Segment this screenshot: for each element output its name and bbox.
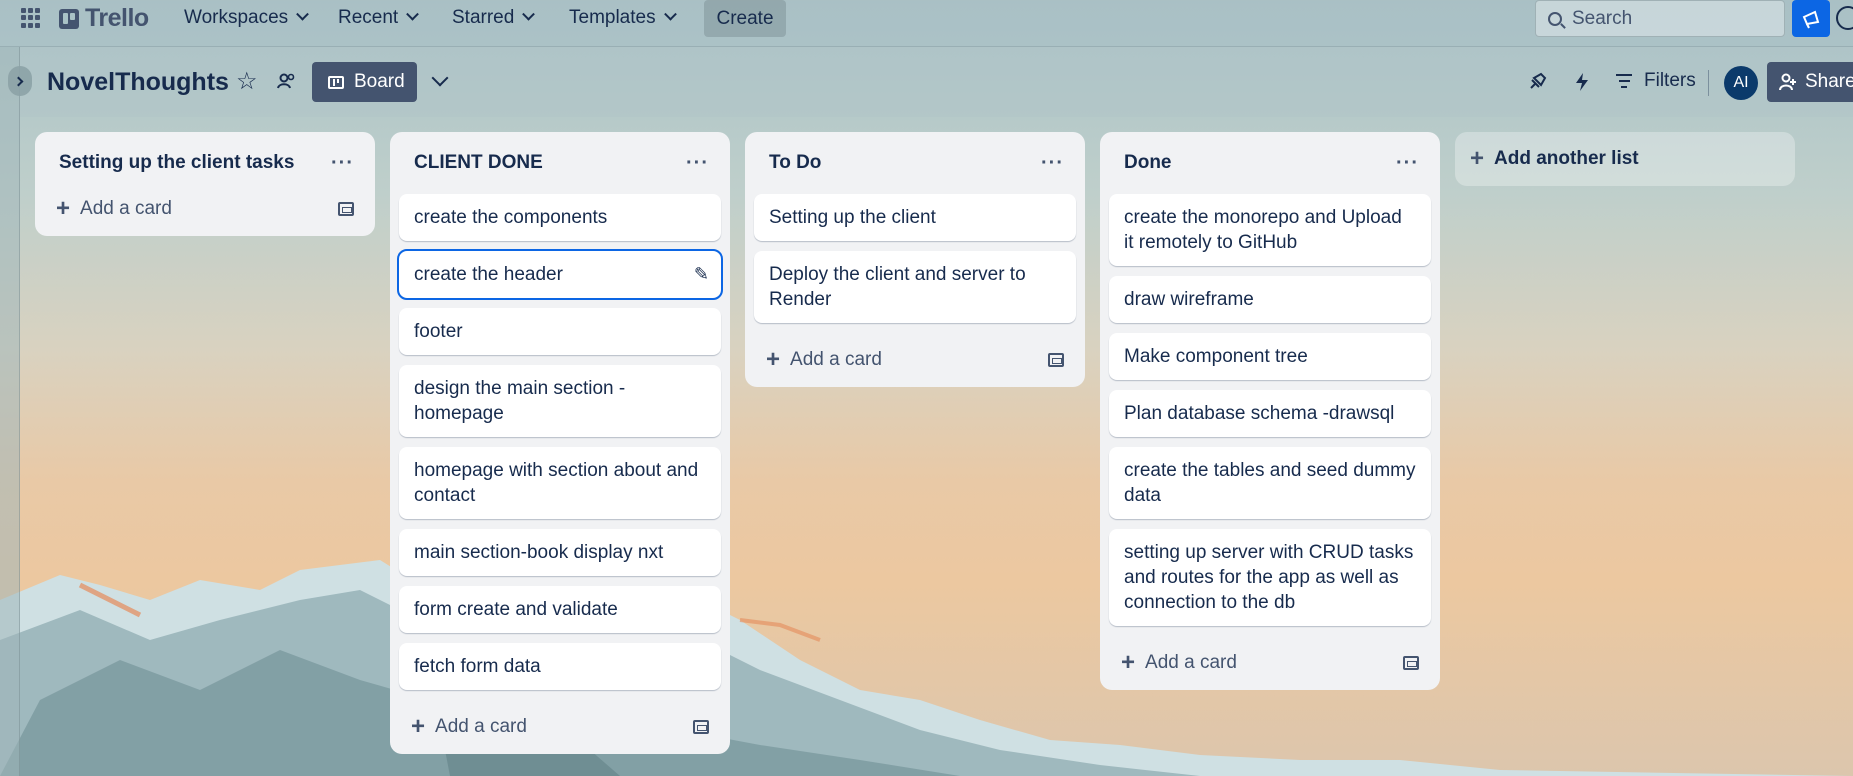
- expand-sidebar-button[interactable]: [8, 66, 32, 96]
- list-done: Done ··· create the monorepo and Upload …: [1100, 132, 1440, 690]
- chevron-down-icon: [406, 7, 420, 21]
- chevron-down-icon: [296, 7, 310, 21]
- filters-button[interactable]: Filters: [1616, 70, 1696, 92]
- list-header: To Do ···: [754, 132, 1076, 194]
- nav-label: Starred: [452, 7, 515, 28]
- header-divider: [1708, 70, 1709, 96]
- trello-logo-icon: [59, 8, 79, 29]
- card[interactable]: Deploy the client and server to Render: [754, 251, 1076, 323]
- add-list-label: Add another list: [1494, 148, 1639, 169]
- nav-starred-menu[interactable]: Starred: [452, 5, 536, 31]
- help-icon[interactable]: [1836, 6, 1853, 30]
- list-title[interactable]: To Do: [769, 152, 821, 174]
- list-title[interactable]: Done: [1124, 152, 1172, 174]
- filter-icon: [1616, 74, 1632, 88]
- list-menu-icon[interactable]: ···: [331, 153, 354, 173]
- card-title: create the header: [414, 264, 563, 285]
- add-card-label: Add a card: [1145, 652, 1237, 673]
- card[interactable]: design the main section - homepage: [399, 365, 721, 437]
- list-header: CLIENT DONE ···: [399, 132, 721, 194]
- plus-icon: +: [766, 346, 781, 373]
- nav-label: Templates: [569, 7, 656, 28]
- add-card-row: + Add a card: [754, 333, 1076, 387]
- add-card-button[interactable]: + Add a card: [766, 346, 882, 373]
- create-button[interactable]: Create: [704, 0, 786, 37]
- board-icon: [328, 75, 344, 89]
- card[interactable]: draw wireframe: [1109, 276, 1431, 323]
- nav-templates-menu[interactable]: Templates: [569, 5, 677, 31]
- nav-recent-menu[interactable]: Recent: [338, 5, 420, 31]
- card-template-icon[interactable]: [338, 202, 354, 216]
- plus-icon: +: [1121, 649, 1136, 676]
- edit-pencil-icon[interactable]: ✎: [694, 262, 709, 287]
- card[interactable]: fetch form data: [399, 643, 721, 690]
- chevron-right-icon: [13, 76, 24, 86]
- share-button[interactable]: Share: [1767, 62, 1853, 102]
- plus-icon: +: [1470, 145, 1485, 172]
- card-template-icon[interactable]: [693, 720, 709, 734]
- add-card-row: + Add a card: [399, 700, 721, 754]
- card[interactable]: footer: [399, 308, 721, 355]
- add-card-row: + Add a card: [1109, 636, 1431, 690]
- card[interactable]: Make component tree: [1109, 333, 1431, 380]
- app-switcher-icon[interactable]: [21, 8, 41, 28]
- logo-text: Trello: [85, 4, 149, 32]
- add-card-button[interactable]: + Add a card: [411, 713, 527, 740]
- add-card-label: Add a card: [790, 349, 882, 370]
- list-setting-up-client-tasks: Setting up the client tasks ··· + Add a …: [35, 132, 375, 236]
- card[interactable]: create the tables and seed dummy data: [1109, 447, 1431, 519]
- add-card-label: Add a card: [435, 716, 527, 737]
- card[interactable]: main section-book display nxt: [399, 529, 721, 576]
- trello-logo[interactable]: Trello: [59, 4, 149, 33]
- power-ups-icon[interactable]: [1527, 72, 1547, 92]
- card[interactable]: create the components: [399, 194, 721, 241]
- list-menu-icon[interactable]: ···: [1041, 153, 1064, 173]
- search-icon: [1548, 11, 1562, 26]
- star-icon[interactable]: ☆: [236, 70, 258, 94]
- add-member-icon: [1779, 73, 1796, 91]
- collapsed-sidebar: [0, 47, 20, 776]
- card[interactable]: form create and validate: [399, 586, 721, 633]
- list-client-done: CLIENT DONE ··· create the components cr…: [390, 132, 730, 754]
- chevron-down-icon: [663, 7, 677, 21]
- list-title[interactable]: CLIENT DONE: [414, 152, 543, 174]
- list-title[interactable]: Setting up the client tasks: [59, 152, 294, 174]
- card-template-icon[interactable]: [1048, 353, 1064, 367]
- search-box[interactable]: [1535, 0, 1785, 37]
- card[interactable]: Plan database schema -drawsql: [1109, 390, 1431, 437]
- board-view-button[interactable]: Board: [312, 62, 417, 102]
- card[interactable]: setting up server with CRUD tasks and ro…: [1109, 529, 1431, 626]
- card[interactable]: create the monorepo and Upload it remote…: [1109, 194, 1431, 266]
- plus-icon: +: [56, 195, 71, 222]
- list-menu-icon[interactable]: ···: [686, 153, 709, 173]
- list-header: Done ···: [1109, 132, 1431, 194]
- chevron-down-icon: [522, 7, 536, 21]
- card-template-icon[interactable]: [1403, 656, 1419, 670]
- add-card-row: + Add a card: [44, 182, 366, 236]
- top-navigation-bar: Trello Workspaces Recent Starred Templat…: [0, 0, 1853, 47]
- card[interactable]: homepage with section about and contact: [399, 447, 721, 519]
- megaphone-icon: [1802, 10, 1820, 28]
- automation-lightning-icon[interactable]: [1573, 72, 1591, 92]
- member-avatar[interactable]: AI: [1724, 66, 1758, 100]
- list-to-do: To Do ··· Setting up the client Deploy t…: [745, 132, 1085, 387]
- add-card-label: Add a card: [80, 198, 172, 219]
- board-title[interactable]: NovelThoughts: [47, 68, 229, 97]
- nav-label: Recent: [338, 7, 399, 28]
- add-another-list-button[interactable]: + Add another list: [1455, 132, 1795, 186]
- plus-icon: +: [411, 713, 426, 740]
- nav-label: Workspaces: [184, 7, 289, 28]
- search-input[interactable]: [1572, 7, 1752, 30]
- nav-workspaces-menu[interactable]: Workspaces: [184, 5, 310, 31]
- list-menu-icon[interactable]: ···: [1396, 153, 1419, 173]
- card-hovered[interactable]: create the header ✎: [397, 249, 723, 300]
- add-card-button[interactable]: + Add a card: [56, 195, 172, 222]
- share-label: Share: [1805, 71, 1853, 92]
- filters-label: Filters: [1644, 70, 1696, 91]
- card[interactable]: Setting up the client: [754, 194, 1076, 241]
- workspace-visibility-icon[interactable]: [277, 72, 297, 90]
- board-view-label: Board: [354, 71, 405, 92]
- add-card-button[interactable]: + Add a card: [1121, 649, 1237, 676]
- notifications-button[interactable]: [1792, 0, 1830, 37]
